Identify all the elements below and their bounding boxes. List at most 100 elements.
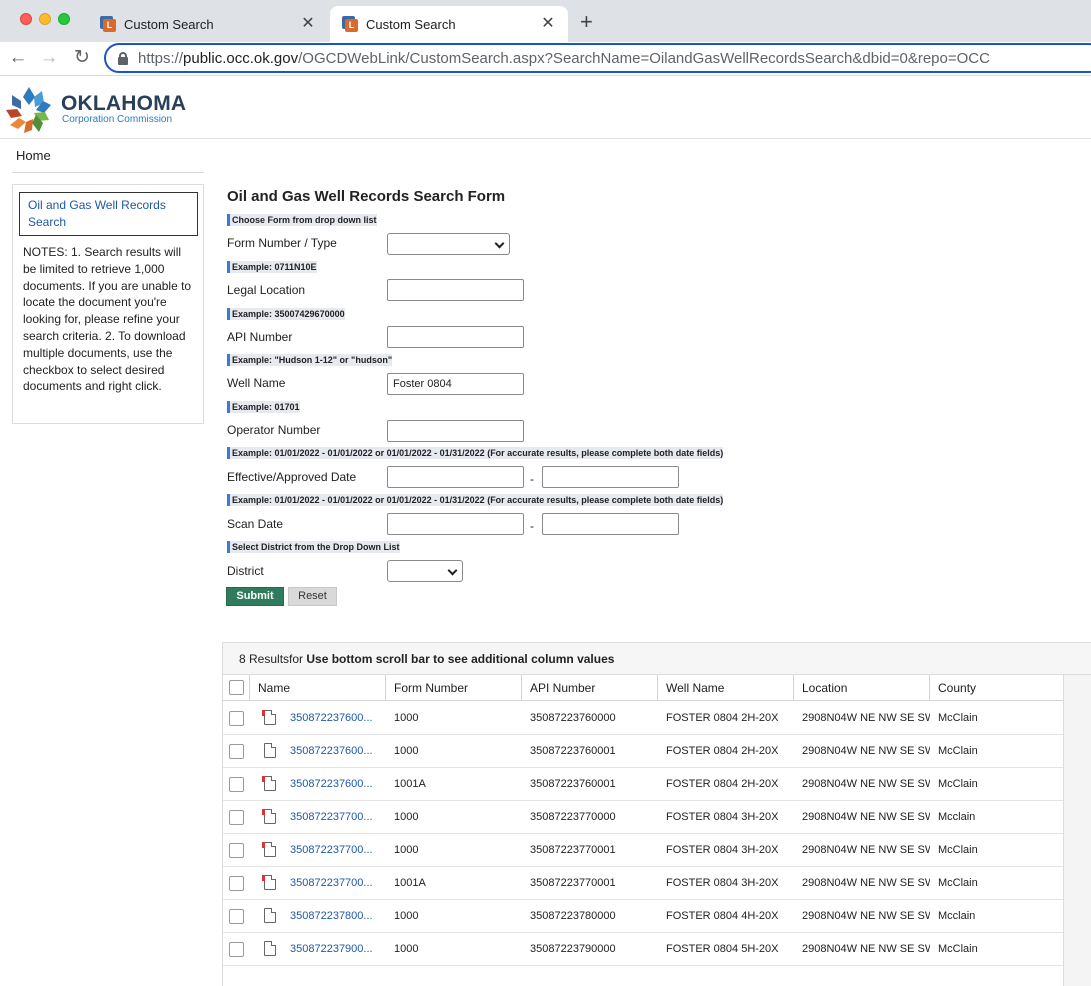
row-checkbox[interactable] (229, 777, 244, 792)
effective-date-to-input[interactable] (542, 466, 679, 488)
hint-scan-date: Example: 01/01/2022 - 01/01/2022 or 01/0… (227, 494, 724, 506)
document-icon[interactable] (264, 941, 276, 956)
table-row[interactable]: 350872237700... 1001A 35087223770001 FOSTER… (223, 867, 1063, 900)
row-checkbox[interactable] (229, 876, 244, 891)
well-name-cell: FOSTER 0804 2H-20X (666, 745, 779, 757)
arrow-right-icon[interactable]: → (38, 47, 60, 69)
column-header-name[interactable]: Name (250, 675, 386, 701)
row-checkbox[interactable] (229, 942, 244, 957)
select-all-checkbox[interactable] (229, 680, 244, 695)
document-icon[interactable] (262, 776, 276, 791)
chevron-down-icon (447, 565, 458, 576)
close-icon[interactable]: ✕ (540, 16, 556, 32)
form-number-label: Form Number / Type (227, 236, 337, 250)
legal-location-input[interactable] (387, 279, 524, 301)
results-summary: 8 Resultsfor Use bottom scroll bar to se… (223, 643, 1091, 675)
document-name-link[interactable]: 350872237900... (290, 943, 373, 955)
well-name-cell: FOSTER 0804 3H-20X (666, 811, 779, 823)
results-panel: 8 Resultsfor Use bottom scroll bar to se… (222, 642, 1091, 986)
sidebar-item-label[interactable]: Oil and Gas Well Records Search (28, 197, 189, 231)
location-cell: 2908N04W NE NW SE SW (802, 844, 930, 856)
operator-number-input[interactable] (387, 420, 524, 442)
reload-icon[interactable]: ↻ (71, 47, 93, 69)
scan-date-from-input[interactable] (387, 513, 524, 535)
scan-date-label: Scan Date (227, 517, 284, 531)
api-number-cell: 35087223790000 (530, 943, 616, 955)
document-icon[interactable] (262, 710, 276, 725)
document-name-link[interactable]: 350872237600... (290, 745, 373, 757)
row-checkbox[interactable] (229, 744, 244, 759)
site-favicon-icon: L (342, 16, 358, 32)
row-checkbox[interactable] (229, 810, 244, 825)
table-row[interactable]: 350872237700... 1000 35087223770000 FOSTER … (223, 801, 1063, 834)
vertical-scrollbar[interactable] (1063, 675, 1091, 986)
plus-icon[interactable]: + (580, 11, 593, 33)
window-minimize-button[interactable] (39, 13, 51, 25)
column-header-api-number[interactable]: API Number (522, 675, 658, 701)
form-number-select[interactable] (387, 233, 510, 255)
site-favicon-icon: L (100, 16, 116, 32)
home-link[interactable]: Home (16, 148, 51, 163)
document-icon[interactable] (262, 842, 276, 857)
document-name-link[interactable]: 350872237700... (290, 811, 373, 823)
date-separator: - (530, 472, 534, 486)
well-name-label: Well Name (227, 376, 286, 390)
document-icon[interactable] (262, 809, 276, 824)
table-row[interactable]: 350872237600... 1000 35087223760000 FOSTER … (223, 702, 1063, 735)
column-header-well-name[interactable]: Well Name (658, 675, 794, 701)
url-text[interactable]: https://public.occ.ok.gov/OGCDWebLink/Cu… (138, 50, 990, 67)
document-name-link[interactable]: 350872237700... (290, 877, 373, 889)
close-icon[interactable]: ✕ (300, 16, 316, 32)
row-checkbox[interactable] (229, 909, 244, 924)
column-header-form-number[interactable]: Form Number (386, 675, 522, 701)
browser-tab-2[interactable]: L Custom Search ✕ (330, 6, 568, 42)
reset-button[interactable]: Reset (288, 587, 337, 606)
table-row[interactable]: 350872237900... 1000 35087223790000 FOSTER … (223, 933, 1063, 966)
address-bar[interactable]: https://public.occ.ok.gov/OGCDWebLink/Cu… (104, 43, 1091, 73)
document-icon[interactable] (264, 743, 276, 758)
document-name-link[interactable]: 350872237600... (290, 712, 373, 724)
hint-operator: Example: 01701 (227, 401, 300, 413)
hint-form: Choose Form from drop down list (227, 214, 377, 226)
lock-icon[interactable] (118, 51, 128, 65)
location-cell: 2908N04W NE NW SE SW (802, 910, 930, 922)
document-name-link[interactable]: 350872237700... (290, 844, 373, 856)
api-number-input[interactable] (387, 326, 524, 348)
occ-logo-icon[interactable] (4, 85, 54, 135)
browser-toolbar: ← → ↻ https://public.occ.ok.gov/OGCDWebL… (0, 42, 1091, 76)
table-row[interactable]: 350872237700... 1000 35087223770001 FOSTER … (223, 834, 1063, 867)
window-zoom-button[interactable] (58, 13, 70, 25)
table-row[interactable]: 350872237600... 1000 35087223760001 FOSTER … (223, 735, 1063, 768)
table-row[interactable]: 350872237800... 1000 35087223780000 FOSTER … (223, 900, 1063, 933)
county-cell: McClain (938, 877, 978, 889)
column-header-location[interactable]: Location (794, 675, 930, 701)
api-number-cell: 35087223760001 (530, 778, 616, 790)
document-name-link[interactable]: 350872237600... (290, 778, 373, 790)
submit-button[interactable]: Submit (226, 587, 284, 606)
page-title: Oil and Gas Well Records Search Form (227, 188, 506, 205)
sidebar-item-search[interactable]: Oil and Gas Well Records Search (19, 192, 198, 236)
document-name-link[interactable]: 350872237800... (290, 910, 373, 922)
column-header-county[interactable]: County (930, 675, 1063, 701)
document-icon[interactable] (264, 908, 276, 923)
county-cell: Mcclain (938, 811, 976, 823)
api-number-cell: 35087223760000 (530, 712, 616, 724)
scan-date-to-input[interactable] (542, 513, 679, 535)
form-number-cell: 1001A (394, 778, 426, 790)
window-close-button[interactable] (20, 13, 32, 25)
table-row[interactable]: 350872237600... 1001A 35087223760001 FOSTER… (223, 768, 1063, 801)
effective-date-from-input[interactable] (387, 466, 524, 488)
row-checkbox[interactable] (229, 711, 244, 726)
browser-tab-1[interactable]: L Custom Search ✕ (88, 6, 328, 42)
document-icon[interactable] (262, 875, 276, 890)
arrow-left-icon[interactable]: ← (7, 47, 29, 69)
form-number-cell: 1000 (394, 745, 419, 757)
row-checkbox[interactable] (229, 843, 244, 858)
form-number-cell: 1000 (394, 910, 419, 922)
well-name-input[interactable]: Foster 0804 (387, 373, 524, 395)
county-cell: McClain (938, 712, 978, 724)
district-select[interactable] (387, 560, 463, 582)
well-name-cell: FOSTER 0804 2H-20X (666, 778, 779, 790)
effective-date-label: Effective/Approved Date (227, 470, 357, 484)
location-cell: 2908N04W NE NW SE SW (802, 811, 930, 823)
